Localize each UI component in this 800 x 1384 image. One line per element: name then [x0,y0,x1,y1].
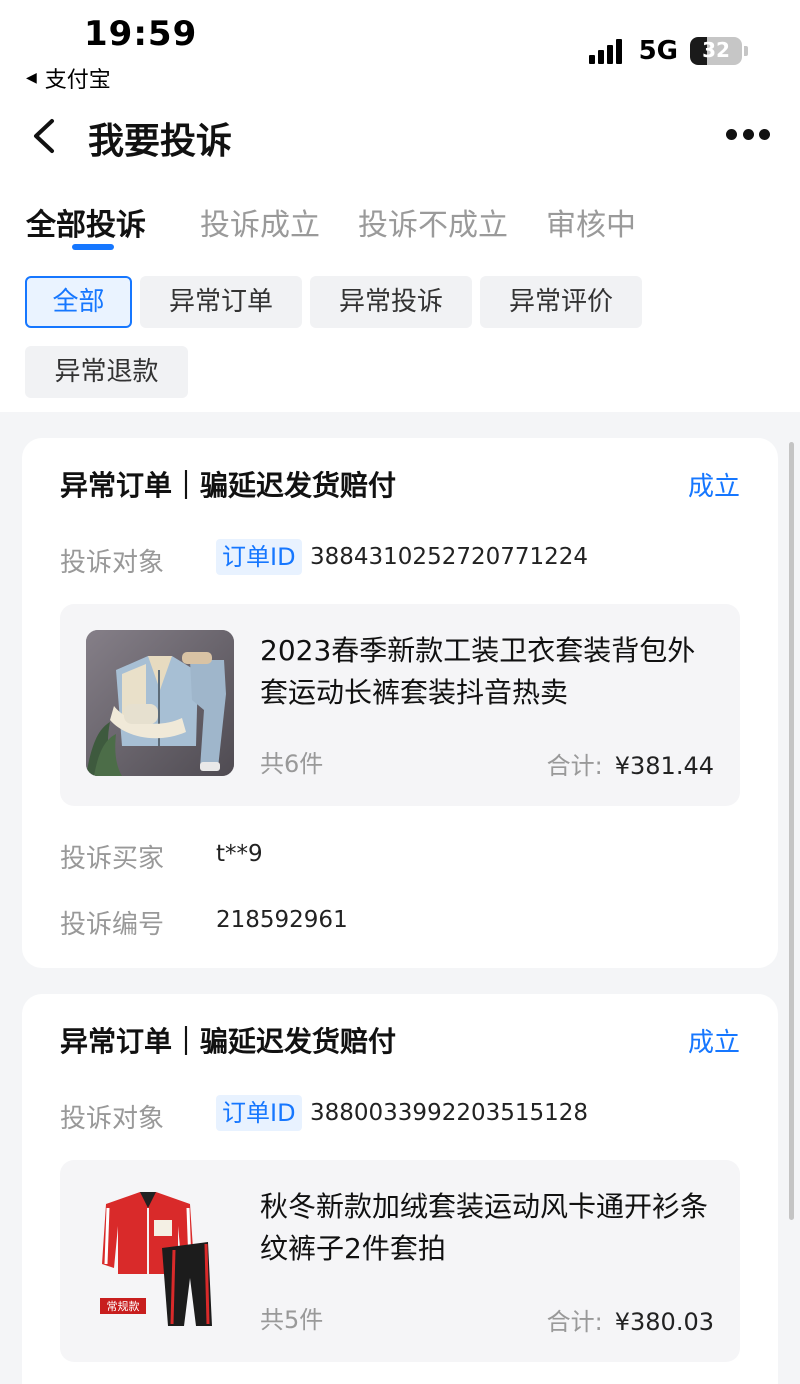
total-label: 合计: [546,752,603,780]
total-amount: ¥380.03 [614,1308,714,1336]
target-label: 投诉对象 [60,1104,165,1134]
complaint-number-label: 投诉编号 [60,910,165,940]
filter-chip-abnormal-complaint[interactable]: 异常投诉 [310,276,472,328]
filter-chip-all[interactable]: 全部 [25,276,132,328]
filter-chip-abnormal-refund[interactable]: 异常退款 [25,346,188,398]
product-total: 合计: ¥380.03 [547,1302,714,1337]
complaint-status: 成立 [687,472,740,502]
product-total: 合计: ¥381.44 [547,746,714,781]
target-label: 投诉对象 [60,548,165,578]
product-count: 共5件 [260,1306,324,1334]
complaint-title: 异常订单｜骗延迟发货赔付 [60,469,397,502]
product-name: 2023春季新款工装卫衣套装背包外套运动长裤套装抖音热卖 [260,634,696,709]
buyer-name: t**9 [216,841,263,867]
complaint-status: 成立 [687,1028,740,1058]
buyer-label: 投诉买家 [60,844,165,874]
product-thumbnail: 常规款 [86,1186,234,1332]
order-id-tag: 订单ID [216,1095,302,1131]
filter-chip-abnormal-review[interactable]: 异常评价 [480,276,642,328]
order-id: 3880033992203515128 [310,1100,589,1126]
back-triangle-icon: ◀ [26,70,37,86]
complaint-card[interactable]: 异常订单｜骗延迟发货赔付 成立 投诉对象 订单ID 38800339922035… [22,994,778,1384]
back-to-app-link[interactable]: ◀ 支付宝 [26,62,111,94]
battery-level: 32 [702,38,730,62]
tab-all-complaints[interactable]: 全部投诉 [26,200,146,244]
product-count: 共6件 [260,750,324,778]
complaint-number: 218592961 [216,907,348,933]
filter-chip-abnormal-order[interactable]: 异常订单 [140,276,302,328]
status-indicators: 5G 32 [588,36,748,66]
thumb-badge-text: 常规款 [107,1299,140,1313]
tab-under-review[interactable]: 审核中 [546,200,636,244]
back-arrow-icon[interactable] [30,118,56,154]
product-thumbnail [86,630,234,776]
back-app-label: 支付宝 [44,68,111,93]
battery-icon: 32 [690,37,748,65]
product-name: 秋冬新款加绒套装运动风卡通开衫条纹裤子2件套拍 [260,1190,709,1265]
scrollbar[interactable] [789,442,794,1220]
order-id: 3884310252720771224 [310,544,589,570]
tab-complaint-upheld[interactable]: 投诉成立 [200,200,320,244]
total-label: 合计: [546,1308,603,1336]
page-title: 我要投诉 [88,121,233,162]
status-time: 19:59 [84,14,198,54]
product-box[interactable]: 2023春季新款工装卫衣套装背包外套运动长裤套装抖音热卖 共6件 合计: ¥381… [60,604,740,806]
total-amount: ¥381.44 [614,752,714,780]
complaint-card[interactable]: 异常订单｜骗延迟发货赔付 成立 投诉对象 订单ID 38843102527207… [22,438,778,968]
signal-icon [588,38,625,64]
complaint-title: 异常订单｜骗延迟发货赔付 [60,1025,397,1058]
product-box[interactable]: 常规款 秋冬新款加绒套装运动风卡通开衫条纹裤子2件套拍 共5件 合计: ¥380.… [60,1160,740,1362]
tab-active-indicator [72,244,114,250]
order-id-tag: 订单ID [216,539,302,575]
network-type: 5G [638,36,678,66]
tab-complaint-rejected[interactable]: 投诉不成立 [358,200,508,244]
more-icon[interactable] [726,128,770,140]
